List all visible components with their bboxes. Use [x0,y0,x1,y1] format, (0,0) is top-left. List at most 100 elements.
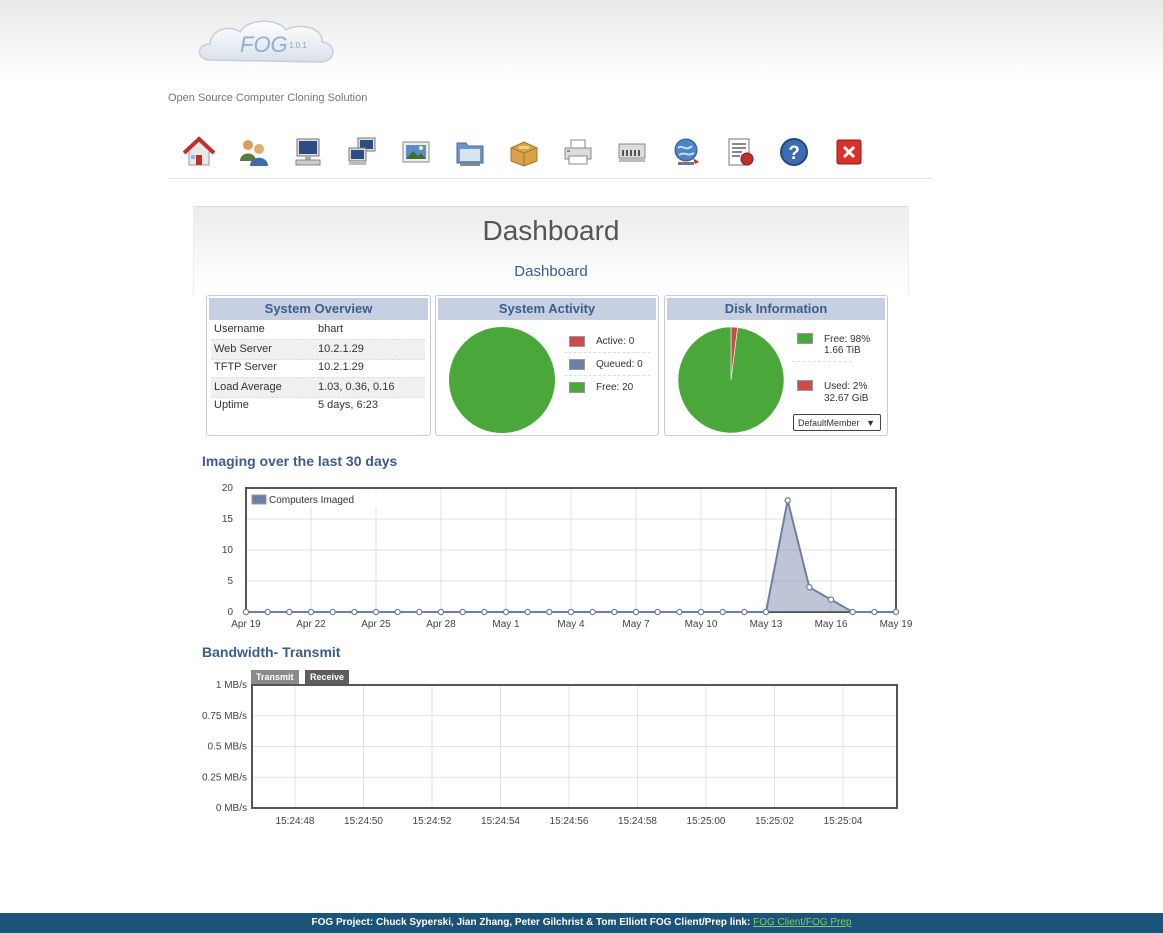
fog-logo[interactable]: FOG 1.0.1 [196,16,338,70]
x-tick-label: May 7 [622,619,650,630]
free-legend-swatch [569,382,585,393]
data-point [676,608,683,616]
x-tick-label: 15:25:00 [687,816,726,827]
tagline: Open Source Computer Cloning Solution [168,92,368,104]
data-point [762,608,770,616]
page-subtitle: Dashboard [514,263,588,280]
data-point [437,608,445,616]
data-point [806,583,813,591]
x-tick-label: 15:25:02 [755,816,794,827]
host-computer-icon[interactable] [292,136,324,168]
active-legend-swatch [569,336,585,347]
fog-client-link[interactable]: FOG Client/FOG Prep [753,917,851,928]
data-point [329,608,336,616]
disk-pie-chart [677,326,785,434]
x-tick-label: 15:25:04 [824,816,863,827]
data-point [307,608,315,616]
legend-divider [792,361,852,362]
printer-icon[interactable] [562,136,594,168]
data-point [394,608,401,616]
x-tick-label: 15:24:54 [481,816,520,827]
legend-swatch [251,494,267,505]
overview-label: Load Average [214,381,282,393]
data-point [741,608,748,616]
x-tick-label: 15:24:58 [618,816,657,827]
queued-legend-swatch [569,359,585,370]
free-legend-label: Free: 20 [596,382,634,393]
disk-free-label: Free: 98% [824,334,871,345]
data-point [459,608,466,616]
disk-free-slice [677,326,785,434]
data-point [372,608,380,616]
overview-value: 10.2.1.29 [318,361,364,373]
snapins-icon[interactable] [508,136,540,168]
free-slice [449,327,555,433]
help-icon[interactable]: ? [778,136,810,168]
x-tick-label: Apr 25 [361,619,391,630]
home-icon[interactable] [182,136,216,168]
x-tick-label: May 1 [492,619,520,630]
images-icon[interactable] [400,136,432,168]
x-tick-label: May 13 [750,619,783,630]
overview-value: bhart [318,323,344,335]
imaging-section-title: Imaging over the last 30 days [202,453,398,469]
overview-label: Web Server [214,343,272,355]
system-activity-title: System Activity [438,298,656,320]
x-tick-label: May 19 [880,619,913,630]
overview-value: 1.03, 0.36, 0.16 [318,381,395,393]
data-point [871,608,878,616]
reports-icon[interactable] [724,136,756,168]
y-tick-label: 0 MB/s [216,803,247,814]
users-icon[interactable] [238,136,270,168]
service-icon[interactable] [616,136,648,168]
chevron-down-icon: ▼ [866,418,875,428]
x-tick-label: 15:24:56 [550,816,589,827]
data-point [264,608,271,616]
data-point [589,608,596,616]
y-tick-label: 0.25 MB/s [202,772,247,783]
y-tick-label: 5 [227,576,233,587]
x-tick-label: 15:24:50 [344,816,383,827]
y-tick-label: 20 [222,483,234,494]
data-point [719,608,726,616]
groups-icon[interactable] [346,136,378,168]
data-point [654,608,661,616]
system-overview-title: System Overview [209,298,428,320]
overview-value: 10.2.1.29 [318,343,364,355]
legend-label: Computers Imaged [269,495,354,506]
svg-text:?: ? [788,143,800,164]
x-tick-label: 15:24:48 [276,816,315,827]
tasks-icon[interactable] [670,136,702,168]
overview-label: Uptime [214,399,249,411]
logo-text: FOG [240,32,288,57]
imaging-history-chart: 0 5 10 15 20 Apr 19 Apr 22 Apr 25 Apr 28 May 1 May… [222,483,913,630]
queued-legend-label: Queued: 0 [596,359,643,370]
data-point [502,608,510,616]
x-tick-label: Apr 28 [426,619,456,630]
active-legend-label: Active: 0 [596,336,635,347]
logout-icon[interactable] [833,136,865,168]
data-point [611,608,618,616]
y-tick-label: 15 [222,514,234,525]
storage-node-select[interactable]: DefaultMember ▼ [793,414,881,431]
y-tick-label: 0.75 MB/s [202,711,247,722]
legend-divider [564,352,650,353]
overview-label: TFTP Server [214,361,277,373]
overview-row: TFTP Server 10.2.1.29 [211,358,425,377]
disk-free-swatch [797,333,813,344]
disk-used-swatch [797,380,813,391]
y-tick-label: 0.5 MB/s [208,742,247,753]
overview-row: Web Server 10.2.1.29 [211,339,425,360]
data-point [827,596,835,603]
data-point [481,608,488,616]
overview-label: Username [214,323,265,335]
data-point [784,497,791,504]
bandwidth-chart: 0 MB/s 0.25 MB/s 0.5 MB/s 0.75 MB/s 1 MB/s 15… [202,680,898,827]
page-title: Dashboard [482,215,620,246]
y-tick-label: 0 [227,607,233,618]
data-point [242,608,250,616]
disk-used-label: Used: 2% [824,381,868,392]
data-point [546,608,553,616]
y-tick-label: 10 [222,545,234,556]
storage-icon[interactable] [454,136,486,168]
